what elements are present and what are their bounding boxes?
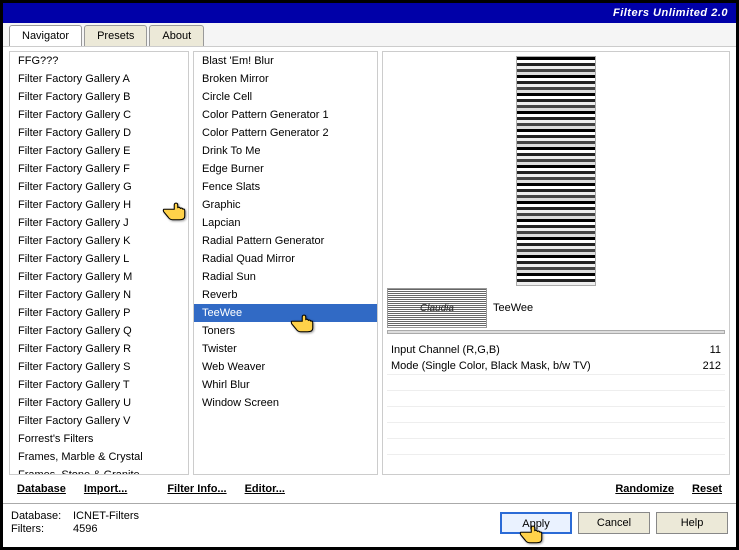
- filter-item[interactable]: Blast 'Em! Blur: [194, 52, 377, 70]
- category-item[interactable]: Filter Factory Gallery R: [10, 340, 188, 358]
- category-item[interactable]: Filter Factory Gallery M: [10, 268, 188, 286]
- category-item[interactable]: Filter Factory Gallery T: [10, 376, 188, 394]
- status-filters-value: 4596: [73, 523, 97, 535]
- param-empty: [387, 422, 725, 438]
- help-button[interactable]: Help: [656, 512, 728, 534]
- preview-panel: Claudia TeeWee Input Channel (R,G,B) 11 Mo…: [382, 51, 730, 475]
- filter-item[interactable]: Twister: [194, 340, 377, 358]
- category-item[interactable]: Filter Factory Gallery H: [10, 196, 188, 214]
- status-filters-label: Filters:: [11, 523, 67, 535]
- tab-about[interactable]: About: [149, 25, 204, 46]
- category-item[interactable]: Frames, Stone & Granite: [10, 466, 188, 475]
- footer: Database: ICNET-Filters Filters: 4596 Ap…: [3, 503, 736, 541]
- category-item[interactable]: Filter Factory Gallery A: [10, 70, 188, 88]
- filter-item[interactable]: Graphic: [194, 196, 377, 214]
- filter-item[interactable]: Web Weaver: [194, 358, 377, 376]
- category-item[interactable]: Filter Factory Gallery D: [10, 124, 188, 142]
- filter-item[interactable]: Fence Slats: [194, 178, 377, 196]
- preview-filter-name: TeeWee: [493, 302, 725, 314]
- filter-item[interactable]: TeeWee: [194, 304, 377, 322]
- category-item[interactable]: Filter Factory Gallery K: [10, 232, 188, 250]
- category-item[interactable]: Filter Factory Gallery L: [10, 250, 188, 268]
- param-empty: [387, 438, 725, 454]
- filter-item[interactable]: Color Pattern Generator 2: [194, 124, 377, 142]
- category-item[interactable]: Filter Factory Gallery F: [10, 160, 188, 178]
- filter-item[interactable]: Radial Pattern Generator: [194, 232, 377, 250]
- param-value: 11: [710, 344, 721, 356]
- filter-info-button[interactable]: Filter Info...: [159, 479, 234, 499]
- filter-item[interactable]: Radial Quad Mirror: [194, 250, 377, 268]
- category-item[interactable]: Filter Factory Gallery N: [10, 286, 188, 304]
- param-row[interactable]: Mode (Single Color, Black Mask, b/w TV) 2…: [387, 358, 725, 374]
- cancel-button[interactable]: Cancel: [578, 512, 650, 534]
- param-empty: [387, 390, 725, 406]
- preview-slider[interactable]: [387, 330, 725, 334]
- category-item[interactable]: Filter Factory Gallery B: [10, 88, 188, 106]
- filter-item[interactable]: Lapcian: [194, 214, 377, 232]
- filter-item[interactable]: Whirl Blur: [194, 376, 377, 394]
- status-database-value: ICNET-Filters: [73, 510, 139, 522]
- apply-button[interactable]: Apply: [500, 512, 572, 534]
- preview-image: [516, 56, 596, 286]
- randomize-button[interactable]: Randomize: [607, 479, 682, 499]
- param-label: Mode (Single Color, Black Mask, b/w TV): [391, 360, 591, 372]
- param-label: Input Channel (R,G,B): [391, 344, 500, 356]
- filter-item[interactable]: Radial Sun: [194, 268, 377, 286]
- filter-list[interactable]: Blast 'Em! BlurBroken MirrorCircle CellC…: [193, 51, 378, 475]
- category-item[interactable]: Forrest's Filters: [10, 430, 188, 448]
- category-item[interactable]: Frames, Marble & Crystal: [10, 448, 188, 466]
- import-button[interactable]: Import...: [76, 479, 135, 499]
- status-database-label: Database:: [11, 510, 67, 522]
- param-empty: [387, 454, 725, 470]
- app-title: Filters Unlimited 2.0: [613, 7, 728, 19]
- category-item[interactable]: Filter Factory Gallery P: [10, 304, 188, 322]
- filter-item[interactable]: Toners: [194, 322, 377, 340]
- database-button[interactable]: Database: [9, 479, 74, 499]
- category-item[interactable]: Filter Factory Gallery S: [10, 358, 188, 376]
- editor-button[interactable]: Editor...: [237, 479, 293, 499]
- category-list[interactable]: FFG???Filter Factory Gallery AFilter Fac…: [9, 51, 189, 475]
- category-item[interactable]: Filter Factory Gallery J: [10, 214, 188, 232]
- tab-strip: Navigator Presets About: [3, 23, 736, 47]
- category-item[interactable]: Filter Factory Gallery C: [10, 106, 188, 124]
- category-item[interactable]: Filter Factory Gallery E: [10, 142, 188, 160]
- param-row[interactable]: Input Channel (R,G,B) 11: [387, 342, 725, 358]
- category-item[interactable]: Filter Factory Gallery V: [10, 412, 188, 430]
- tab-navigator[interactable]: Navigator: [9, 25, 82, 46]
- filter-item[interactable]: Drink To Me: [194, 142, 377, 160]
- filter-item[interactable]: Circle Cell: [194, 88, 377, 106]
- filter-item[interactable]: Window Screen: [194, 394, 377, 412]
- title-bar: Filters Unlimited 2.0: [3, 3, 736, 23]
- parameter-list: Input Channel (R,G,B) 11 Mode (Single Colo…: [387, 342, 725, 374]
- category-item[interactable]: Filter Factory Gallery G: [10, 178, 188, 196]
- toolbar-links: Database Import... Filter Info... Editor…: [3, 479, 736, 503]
- category-item[interactable]: FFG???: [10, 52, 188, 70]
- status-block: Database: ICNET-Filters Filters: 4596: [11, 510, 139, 535]
- reset-button[interactable]: Reset: [684, 479, 730, 499]
- param-value: 212: [703, 360, 721, 372]
- filter-item[interactable]: Broken Mirror: [194, 70, 377, 88]
- param-empty: [387, 374, 725, 390]
- tab-presets[interactable]: Presets: [84, 25, 147, 46]
- filter-item[interactable]: Reverb: [194, 286, 377, 304]
- author-logo: Claudia: [387, 288, 487, 328]
- filter-item[interactable]: Color Pattern Generator 1: [194, 106, 377, 124]
- filter-item[interactable]: Edge Burner: [194, 160, 377, 178]
- category-item[interactable]: Filter Factory Gallery Q: [10, 322, 188, 340]
- param-empty: [387, 406, 725, 422]
- main-panel: FFG???Filter Factory Gallery AFilter Fac…: [3, 47, 736, 479]
- category-item[interactable]: Filter Factory Gallery U: [10, 394, 188, 412]
